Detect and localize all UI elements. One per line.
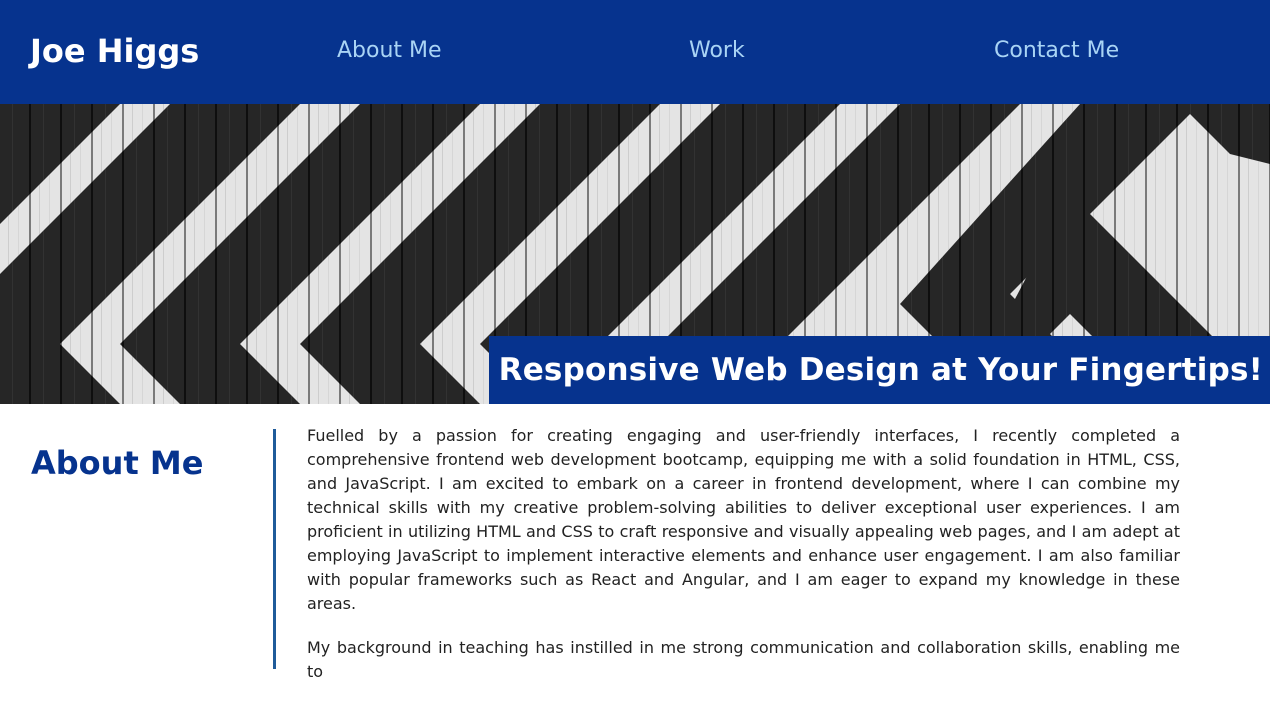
about-paragraph: Fuelled by a passion for creating engagi…: [307, 426, 1180, 613]
hero-banner: Responsive Web Design at Your Fingertips…: [488, 336, 1270, 404]
nav-link-contact[interactable]: Contact Me: [994, 37, 1119, 65]
about-paragraph: My background in teaching has instilled …: [307, 638, 1180, 681]
about-divider: [273, 429, 276, 669]
nav-link-about[interactable]: About Me: [337, 37, 442, 65]
site-name[interactable]: Joe Higgs: [30, 31, 199, 71]
site-header: Joe Higgs About Me Work Contact Me: [0, 0, 1270, 104]
hero-title: Responsive Web Design at Your Fingertips…: [498, 352, 1263, 388]
nav-link-work[interactable]: Work: [689, 37, 745, 65]
about-heading: About Me: [31, 444, 204, 482]
hero-section: Responsive Web Design at Your Fingertips…: [0, 104, 1270, 404]
about-body: Fuelled by a passion for creating engagi…: [307, 424, 1180, 704]
